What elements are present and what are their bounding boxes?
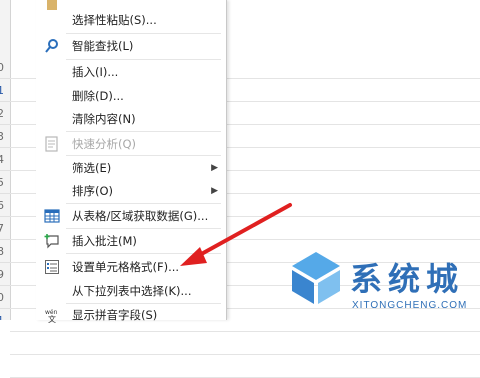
row-number[interactable]: 8	[0, 240, 10, 263]
context-menu: 选择性粘贴(S)... 智能查找(L) 插入(I)... 删除(D)... 清除…	[36, 0, 227, 323]
menu-item-quick-analysis[interactable]: 快速分析(Q)	[36, 132, 226, 156]
menu-item-label: 从下拉列表中选择(K)...	[72, 284, 192, 298]
watermark-title: 系统城	[350, 260, 465, 298]
menu-item-get-data-from-table[interactable]: 从表格/区域获取数据(G)...	[36, 204, 226, 228]
submenu-arrow-icon: ▶	[211, 186, 218, 196]
row-number[interactable]: 3	[0, 125, 10, 148]
comment-icon	[44, 234, 59, 249]
menu-item-pick-from-dropdown[interactable]: 从下拉列表中选择(K)...	[36, 279, 226, 303]
row-number[interactable]: 4	[0, 148, 10, 171]
row-number[interactable]: 2	[0, 102, 10, 125]
row-number[interactable]: 1	[0, 79, 10, 102]
menu-item-show-phonetic[interactable]: wén 文 显示拼音字段(S)	[36, 303, 226, 327]
phonetic-icon: wén 文	[45, 309, 58, 323]
row-number[interactable]: 6	[0, 194, 10, 217]
search-icon	[45, 39, 58, 53]
row-number[interactable]: 9	[0, 263, 10, 286]
menu-item-delete[interactable]: 删除(D)...	[36, 84, 226, 108]
menu-item-smart-lookup[interactable]: 智能查找(L)	[36, 34, 226, 58]
svg-text:文: 文	[48, 314, 56, 323]
menu-item-label: 清除内容(N)	[72, 112, 136, 126]
row-number[interactable]: 5	[0, 171, 10, 194]
menu-item-label: 排序(O)	[72, 184, 114, 198]
watermark-logo-icon	[292, 252, 340, 304]
menu-item-label: 插入(I)...	[72, 65, 119, 79]
menu-item-label: 设置单元格格式(F)...	[72, 260, 180, 274]
row-number[interactable]: 0	[0, 56, 10, 79]
format-cells-icon	[45, 260, 59, 274]
menu-item-insert-comment[interactable]: 插入批注(M)	[36, 229, 226, 253]
row-header-column: 01234567890123	[0, 0, 11, 320]
row-gridline	[10, 331, 480, 332]
menu-item-sort[interactable]: 排序(O) ▶	[36, 179, 226, 203]
menu-separator	[66, 253, 221, 254]
watermark: 系统城 XITONGCHENG.COM	[288, 246, 478, 320]
watermark-subtitle: XITONGCHENG.COM	[352, 300, 468, 311]
menu-item-label: 插入批注(M)	[72, 234, 137, 248]
menu-item-label: 从表格/区域获取数据(G)...	[72, 209, 209, 223]
quick-analysis-icon	[45, 136, 58, 152]
menu-item-filter[interactable]: 筛选(E) ▶	[36, 156, 226, 180]
menu-item-label: 删除(D)...	[72, 89, 124, 103]
row-number[interactable]: 1	[0, 309, 10, 320]
menu-item-label: 筛选(E)	[72, 161, 112, 175]
menu-item-label: 智能查找(L)	[72, 39, 134, 53]
table-icon	[44, 209, 60, 223]
menu-item-label: 选择性粘贴(S)...	[72, 13, 157, 27]
submenu-arrow-icon: ▶	[211, 163, 218, 173]
menu-item-format-cells[interactable]: 设置单元格格式(F)...	[36, 255, 226, 279]
menu-item-insert[interactable]: 插入(I)...	[36, 60, 226, 84]
menu-item-clear-contents[interactable]: 清除内容(N)	[36, 107, 226, 131]
menu-item-label: 快速分析(Q)	[72, 137, 137, 151]
menu-item-label: 显示拼音字段(S)	[72, 308, 158, 322]
row-number[interactable]: 0	[0, 286, 10, 309]
menu-item-paste-special[interactable]: 选择性粘贴(S)...	[36, 8, 226, 32]
row-number[interactable]: 7	[0, 217, 10, 240]
row-gridline	[10, 354, 480, 355]
